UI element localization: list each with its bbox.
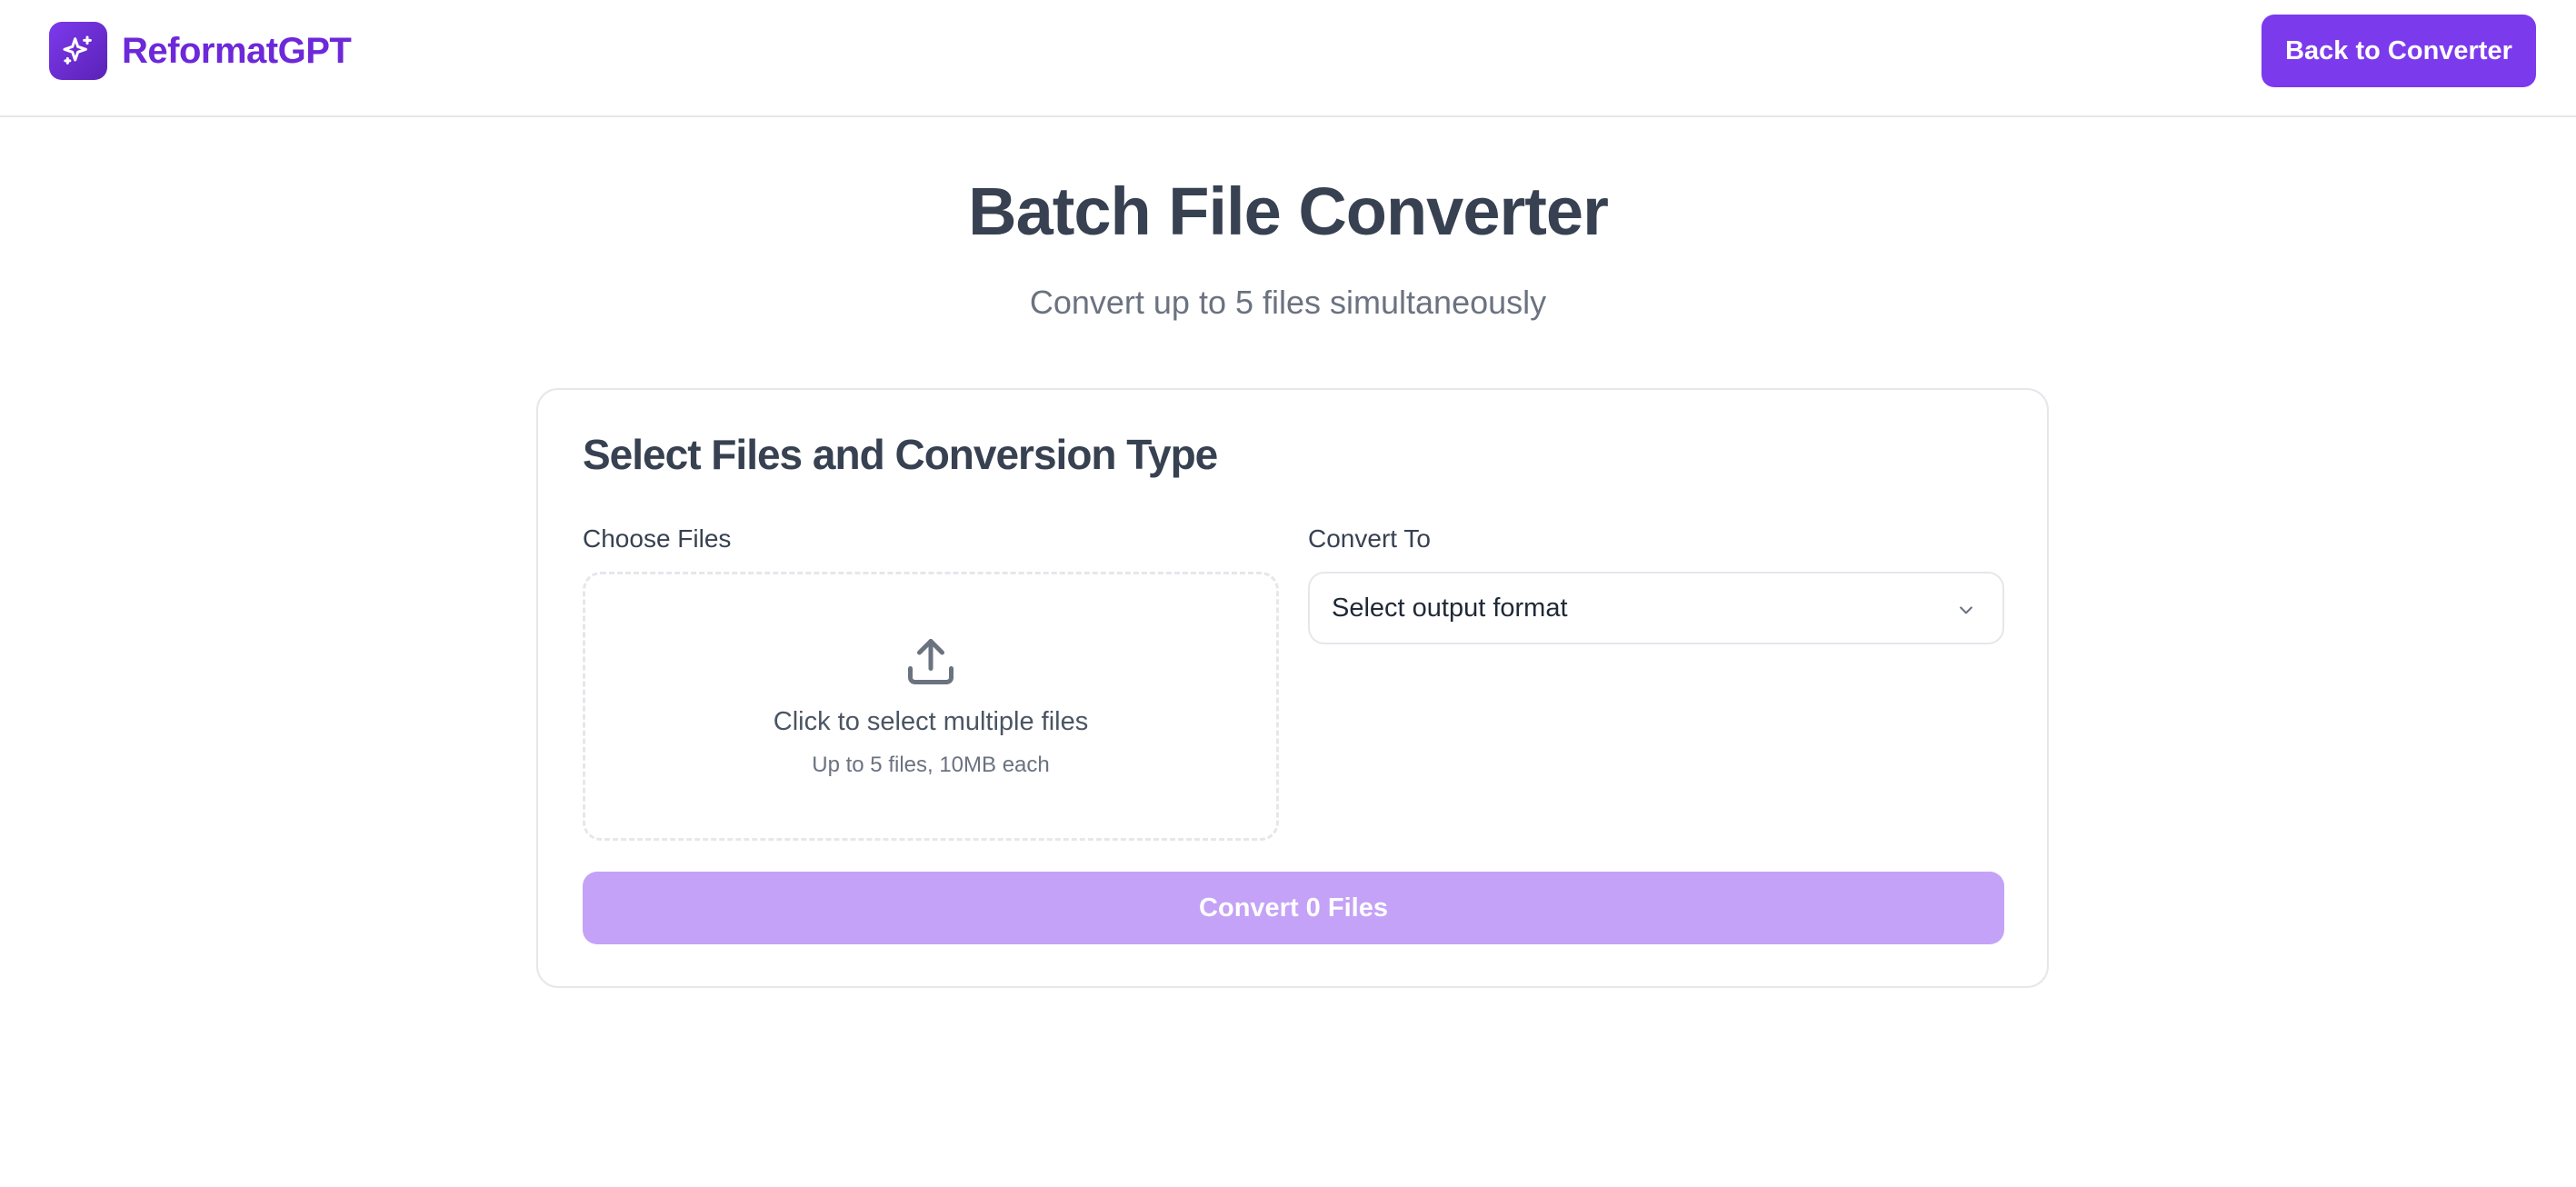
upload-icon: [908, 639, 954, 684]
dropzone-secondary-text: Up to 5 files, 10MB each: [812, 753, 1050, 777]
top-navbar: ReformatGPT Back to Converter: [0, 0, 2576, 117]
chevron-down-icon: [1960, 606, 1972, 614]
dropzone-primary-text: Click to select multiple files: [773, 707, 1089, 736]
choose-files-label: Choose Files: [583, 524, 732, 553]
back-to-converter-button[interactable]: Back to Converter: [2261, 15, 2536, 87]
sparkles-icon: [49, 22, 107, 80]
page-title: Batch File Converter: [968, 174, 1609, 249]
convert-files-button[interactable]: Convert 0 Files: [583, 872, 2004, 944]
page-subtitle: Convert up to 5 files simultaneously: [1029, 284, 1547, 321]
card-title: Select Files and Conversion Type: [583, 431, 1218, 478]
logo[interactable]: ReformatGPT: [49, 22, 352, 80]
convert-to-label: Convert To: [1308, 524, 1431, 553]
select-value: Select output format: [1332, 594, 1568, 623]
conversion-card: Select Files and Conversion Type Choose …: [536, 388, 2049, 988]
logo-text: ReformatGPT: [122, 30, 352, 71]
output-format-select[interactable]: Select output format: [1308, 572, 2004, 644]
file-dropzone[interactable]: Click to select multiple files Up to 5 f…: [583, 572, 1279, 841]
